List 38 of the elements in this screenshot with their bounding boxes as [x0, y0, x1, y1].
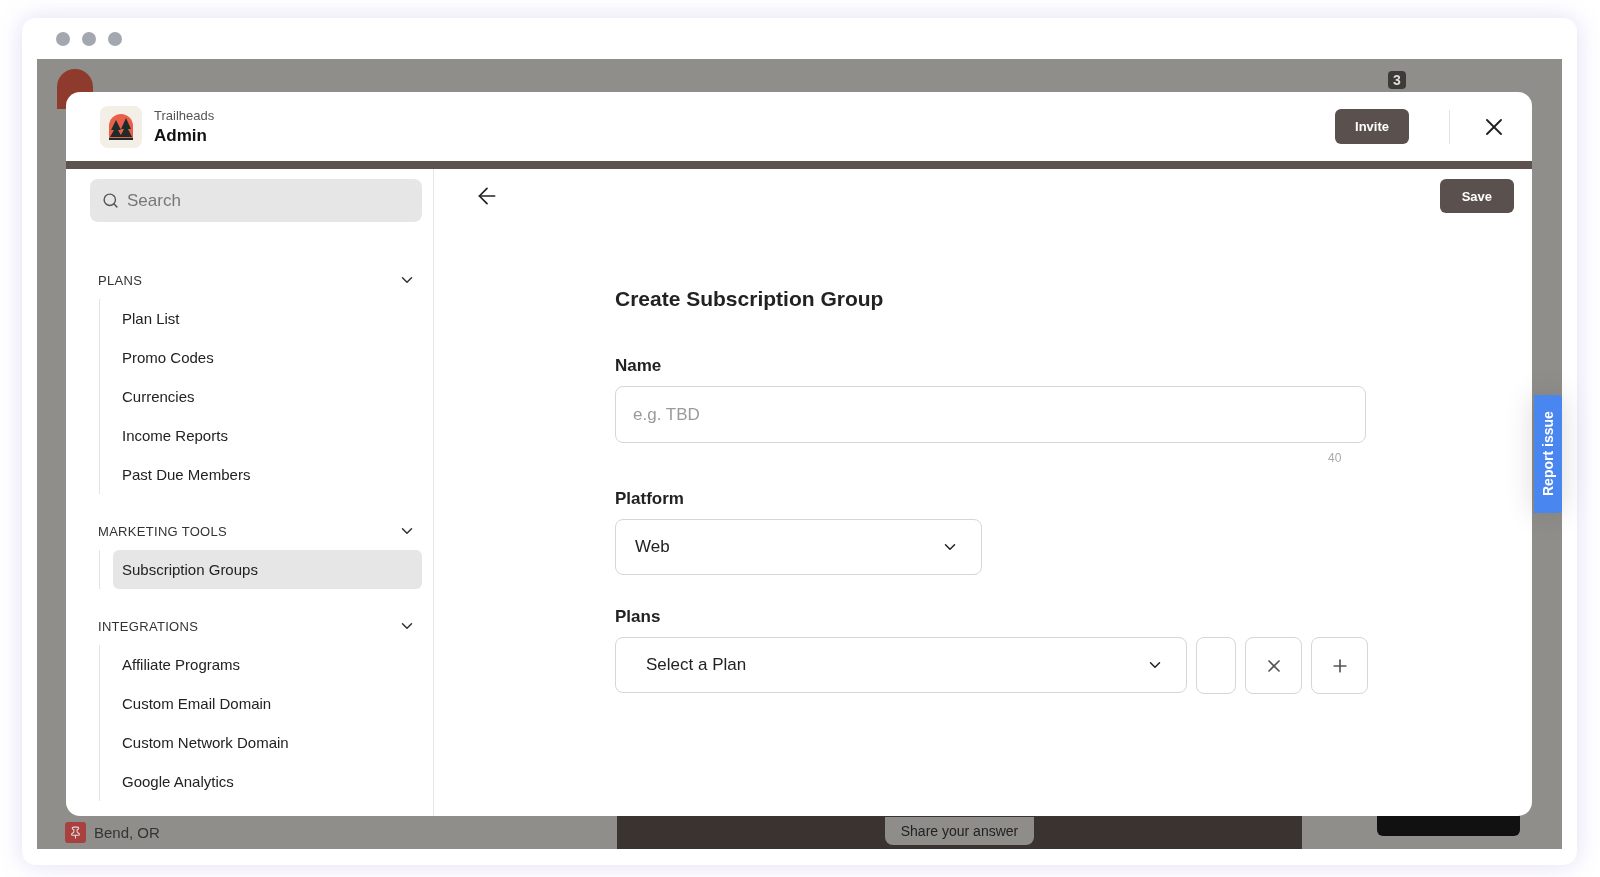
- save-button[interactable]: Save: [1439, 179, 1514, 213]
- org-name: Trailheads: [154, 107, 216, 123]
- window-dot: [108, 31, 122, 46]
- sidebar-item[interactable]: Plan List: [113, 299, 422, 338]
- platform-select[interactable]: Web: [615, 519, 982, 575]
- section-header[interactable]: INTEGRATIONS: [90, 607, 422, 645]
- sidebar-item[interactable]: Promo Codes: [113, 338, 422, 377]
- field-label: Name: [615, 356, 663, 376]
- modal-title: Admin: [154, 125, 208, 146]
- field-label: Plans: [615, 607, 662, 627]
- section-header[interactable]: MARKETING TOOLS: [90, 512, 422, 550]
- name-input-field[interactable]: e.g. TBD: [615, 386, 1366, 443]
- empty-square-button[interactable]: [1196, 637, 1236, 694]
- search-field[interactable]: Search: [90, 179, 422, 222]
- character-counter: 40: [1328, 451, 1342, 465]
- tree-logo-icon: [107, 111, 135, 142]
- sidebar-item[interactable]: Income Reports: [113, 416, 422, 455]
- section-header[interactable]: PLANS: [90, 261, 422, 299]
- share-answer-button[interactable]: Share your answer: [884, 817, 1035, 845]
- invite-button[interactable]: Invite: [1335, 109, 1409, 144]
- sidebar-item[interactable]: Subscription Groups: [113, 550, 422, 589]
- notification-badge: 3: [1388, 71, 1406, 89]
- sidebar-item[interactable]: Custom Network Domain: [113, 723, 422, 762]
- location-text: Bend, OR: [94, 824, 160, 841]
- sidebar-item[interactable]: Past Due Members: [113, 455, 422, 494]
- form-title: Create Subscription Group: [615, 287, 885, 311]
- sidebar-item[interactable]: Custom Email Domain: [113, 684, 422, 723]
- sidebar-item[interactable]: Currencies: [113, 377, 422, 416]
- sidebar-item[interactable]: Google Analytics: [113, 762, 422, 801]
- plan-select[interactable]: Select a Plan: [615, 637, 1187, 693]
- field-label: Platform: [615, 489, 685, 509]
- remove-button[interactable]: [1245, 637, 1302, 694]
- window-dot: [82, 31, 96, 46]
- sidebar-item[interactable]: Affiliate Programs: [113, 645, 422, 684]
- window-dot: [56, 31, 70, 46]
- report-issue-tab[interactable]: Report issue: [1534, 395, 1562, 513]
- add-button[interactable]: [1311, 637, 1368, 694]
- pin-icon: [65, 822, 86, 843]
